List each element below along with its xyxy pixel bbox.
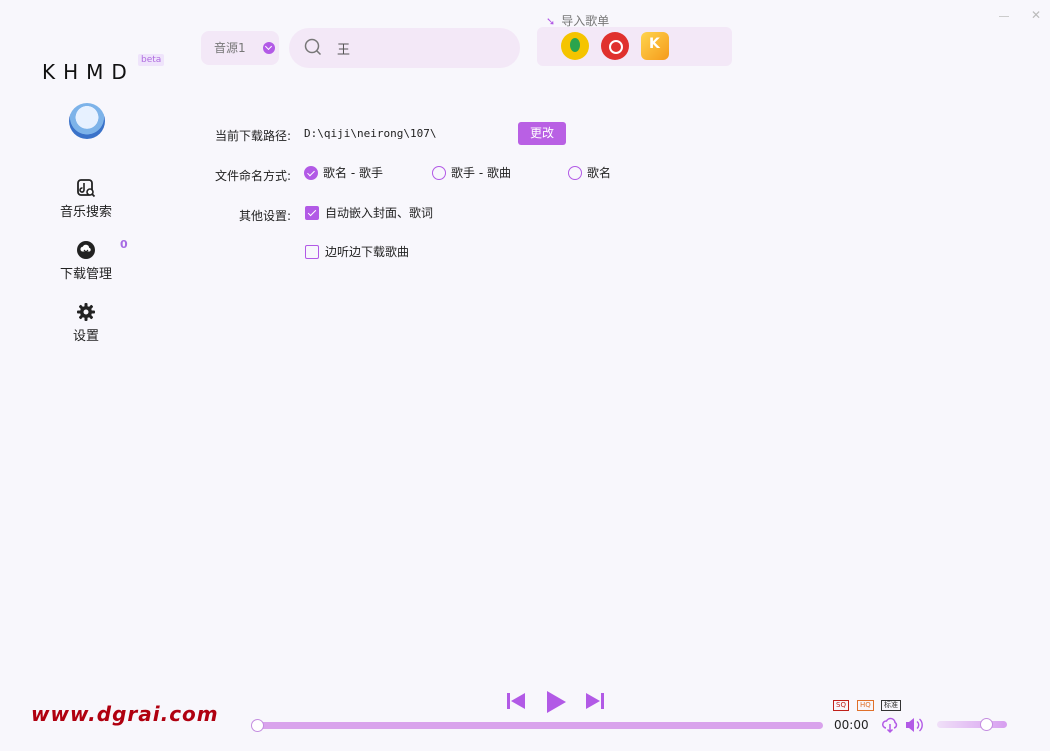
- sidebar-item-label: 下载管理: [59, 267, 112, 282]
- search-input[interactable]: [337, 38, 507, 58]
- import-playlist-panel: [537, 27, 732, 66]
- quality-sq-badge[interactable]: SQ: [833, 700, 849, 711]
- quality-hq-badge[interactable]: HQ: [857, 700, 874, 711]
- music-search-icon: [77, 179, 96, 198]
- close-button[interactable]: ✕: [1029, 8, 1043, 22]
- app-logo: KHMD: [42, 60, 135, 84]
- embed-cover-lyrics-checkbox[interactable]: 自动嵌入封面、歌词: [305, 205, 433, 221]
- qq-music-icon[interactable]: [561, 32, 589, 60]
- sidebar-item-settings[interactable]: 设置: [50, 302, 122, 344]
- download-path-value: D:\qiji\neirong\107\: [304, 127, 437, 140]
- playback-time: 00:00: [834, 718, 869, 732]
- sidebar-item-label: 音乐搜索: [59, 205, 112, 220]
- gear-icon: [77, 303, 95, 321]
- progress-handle[interactable]: [251, 719, 264, 732]
- checkbox-checked-icon: [305, 205, 319, 220]
- chevron-down-icon: [263, 42, 275, 54]
- beta-badge: beta: [138, 54, 165, 66]
- volume-handle[interactable]: [980, 718, 993, 731]
- download-cloud-icon: [77, 241, 95, 259]
- quality-standard-badge[interactable]: 标准: [881, 700, 901, 711]
- kuwo-music-icon[interactable]: [641, 32, 669, 60]
- next-track-icon[interactable]: [585, 690, 605, 712]
- play-icon[interactable]: [545, 690, 567, 714]
- volume-slider[interactable]: [937, 718, 1007, 731]
- download-path-label: 当前下载路径:: [214, 129, 291, 143]
- naming-mode-label: 文件命名方式:: [214, 169, 291, 183]
- download-icon[interactable]: [881, 716, 899, 734]
- checkbox-unchecked-icon: [305, 244, 319, 259]
- download-count-badge: 0: [120, 238, 128, 251]
- search-box[interactable]: [289, 28, 520, 68]
- naming-option-title[interactable]: 歌名: [568, 165, 611, 181]
- sidebar-item-download-manager[interactable]: 下载管理: [50, 240, 122, 282]
- watermark: www.dgrai.com: [31, 702, 219, 726]
- source-select[interactable]: 音源1: [201, 31, 279, 65]
- radio-checked-icon: [304, 165, 318, 180]
- avatar[interactable]: [69, 103, 105, 139]
- source-select-value: 音源1: [214, 41, 246, 55]
- change-path-button[interactable]: 更改: [518, 122, 566, 145]
- sidebar-item-music-search[interactable]: 音乐搜索: [50, 178, 122, 220]
- naming-option-artist-title[interactable]: 歌手 - 歌曲: [432, 165, 511, 181]
- minimize-button[interactable]: [999, 8, 1013, 22]
- radio-unchecked-icon: [568, 165, 582, 180]
- other-settings-label: 其他设置:: [238, 209, 291, 223]
- radio-unchecked-icon: [432, 165, 446, 180]
- download-while-listening-checkbox[interactable]: 边听边下载歌曲: [305, 244, 409, 260]
- naming-option-title-artist[interactable]: 歌名 - 歌手: [304, 165, 383, 181]
- search-icon[interactable]: [304, 38, 322, 56]
- volume-icon[interactable]: [904, 716, 924, 734]
- netease-music-icon[interactable]: [601, 32, 629, 60]
- sidebar-item-label: 设置: [72, 329, 99, 344]
- previous-track-icon[interactable]: [506, 690, 526, 712]
- progress-bar[interactable]: [251, 719, 823, 732]
